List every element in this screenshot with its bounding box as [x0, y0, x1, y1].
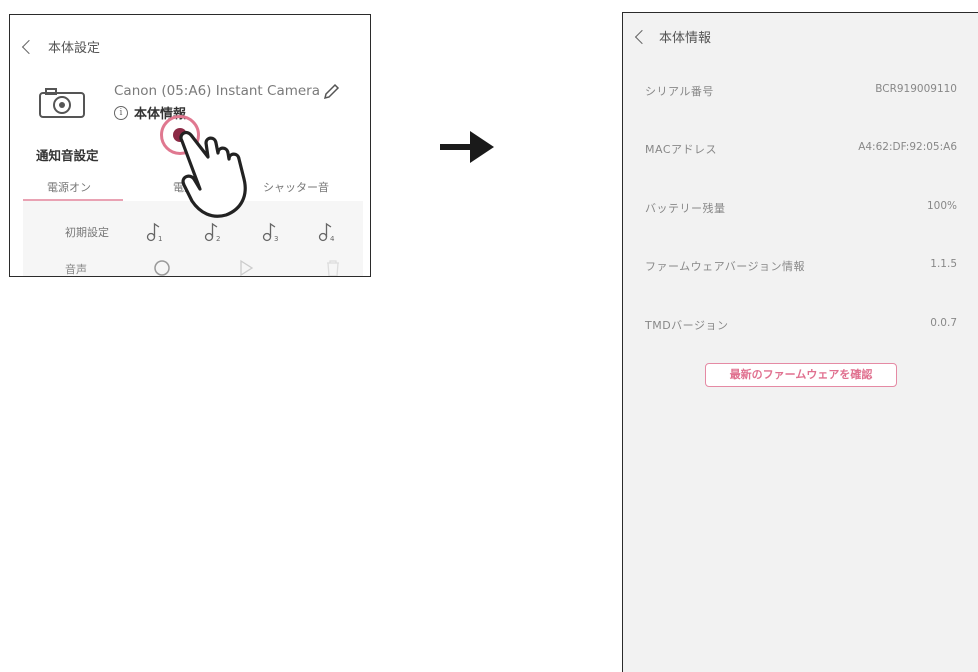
record-circle-icon[interactable] — [153, 259, 171, 277]
serial-number-value: BCR919009110 — [875, 83, 957, 95]
list-item: バッテリー残量 100% — [623, 200, 978, 220]
notification-sound-title: 通知音設定 — [36, 148, 99, 163]
list-item: シリアル番号 BCR919009110 — [623, 83, 978, 103]
arrow-right-icon — [440, 131, 494, 163]
tab-shutter-sound[interactable]: シャッター音 — [263, 179, 329, 195]
back-chevron-icon[interactable] — [21, 39, 37, 54]
mac-address-label: MACアドレス — [645, 143, 718, 156]
svg-text:3: 3 — [274, 235, 278, 243]
trash-icon[interactable] — [325, 259, 341, 277]
voice-label: 音声 — [65, 263, 87, 276]
svg-text:1: 1 — [158, 235, 162, 243]
firmware-version-label: ファームウェアバージョン情報 — [645, 260, 806, 273]
tmd-version-label: TMDバージョン — [645, 319, 729, 332]
page-title: 本体情報 — [659, 31, 712, 46]
voice-row: 音声 — [23, 257, 363, 277]
music-note-icon[interactable]: 4 — [317, 221, 337, 243]
device-info-screenshot: 本体情報 シリアル番号 BCR919009110 MACアドレス A4:62:D… — [622, 12, 978, 672]
camera-icon — [39, 88, 85, 118]
svg-text:4: 4 — [330, 235, 335, 243]
check-latest-firmware-button[interactable]: 最新のファームウェアを確認 — [705, 363, 897, 387]
tmd-version-value: 0.0.7 — [930, 317, 957, 329]
battery-label: バッテリー残量 — [645, 202, 726, 215]
list-item: ファームウェアバージョン情報 1.1.5 — [623, 258, 978, 278]
battery-value: 100% — [926, 200, 957, 212]
settings-header: 本体設定 — [21, 37, 101, 56]
list-item: TMDバージョン 0.0.7 — [623, 317, 978, 337]
device-name: Canon (05:A6) Instant Camera — [114, 83, 320, 99]
default-setting-label: 初期設定 — [65, 226, 109, 239]
active-tab-indicator — [23, 199, 123, 201]
pencil-icon[interactable] — [322, 83, 340, 101]
serial-number-label: シリアル番号 — [645, 85, 714, 98]
hand-pointer-icon — [179, 130, 247, 218]
play-icon[interactable] — [237, 259, 255, 277]
list-item: MACアドレス A4:62:DF:92:05:A6 — [623, 141, 978, 161]
settings-screenshot: 本体設定 Canon (05:A6) Instant Camera i 本体情報… — [9, 14, 371, 277]
tab-power-on[interactable]: 電源オン — [47, 179, 91, 195]
svg-text:2: 2 — [216, 235, 220, 243]
back-chevron-icon[interactable] — [634, 29, 650, 44]
firmware-version-value: 1.1.5 — [930, 258, 957, 270]
device-info-header: 本体情報 — [634, 27, 712, 46]
mac-address-value: A4:62:DF:92:05:A6 — [858, 141, 957, 153]
info-icon: i — [114, 105, 128, 120]
page-title: 本体設定 — [48, 41, 101, 56]
